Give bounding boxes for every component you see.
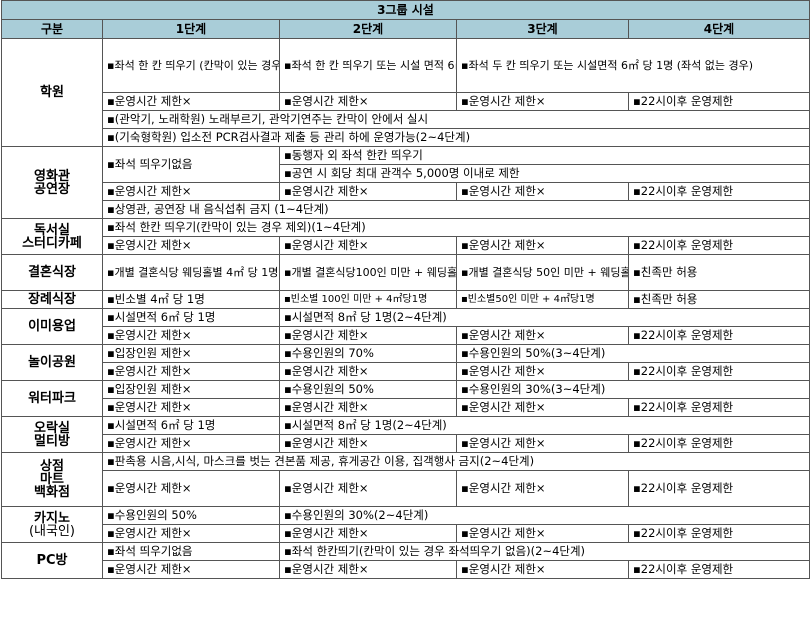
- table-cell: ▪운영시간 제한×: [102, 362, 280, 381]
- table-cell: ▪개별 결혼식당 50인 미만 + 웨딩홀별 4㎡ 당 1명: [456, 254, 629, 291]
- header-stage-4: 4단계: [628, 19, 810, 39]
- table-cell: ▪수용인원의 50%: [102, 506, 280, 525]
- category-pcroom: PC방: [1, 542, 103, 579]
- table-cell: ▪운영시간 제한×: [102, 326, 280, 345]
- table-cell: ▪운영시간 제한×: [279, 326, 457, 345]
- table-title: 3그룹 시설: [1, 0, 810, 20]
- table-cell: ▪22시이후 운영제한: [628, 326, 810, 345]
- table-cell: ▪운영시간 제한×: [456, 560, 629, 579]
- table-cell: ▪운영시간 제한×: [279, 434, 457, 453]
- table-cell: ▪공연 시 회당 최대 관객수 5,000명 이내로 제한: [279, 164, 810, 183]
- table-cell: ▪시설면적 6㎡ 당 1명: [102, 416, 280, 435]
- category-arcade: 오락실 멀티방: [1, 416, 103, 453]
- table-cell: ▪운영시간 제한×: [279, 524, 457, 543]
- table-cell: ▪운영시간 제한×: [279, 362, 457, 381]
- header-stage-3: 3단계: [456, 19, 629, 39]
- header-category: 구분: [1, 19, 103, 39]
- category-casino: 카지노 (내국인): [1, 506, 103, 543]
- table-cell: ▪시설면적 8㎡ 당 1명(2~4단계): [279, 308, 810, 327]
- table-cell: ▪시설면적 6㎡ 당 1명: [102, 308, 280, 327]
- table-cell: ▪좌석 두 칸 띄우기 또는 시설면적 6㎡ 당 1명 (좌석 없는 경우): [456, 38, 810, 93]
- table-cell: ▪(기숙형학원) 입소전 PCR검사결과 제출 등 관리 하에 운영가능(2~4…: [102, 128, 810, 147]
- facility-table: 3그룹 시설 구분 1단계 2단계 3단계 4단계 학원 ▪좌석 한 칸 띄우기…: [1, 0, 810, 579]
- table-cell: ▪운영시간 제한×: [456, 92, 629, 111]
- table-cell: ▪빈소별 100인 미만 + 4㎡당1명: [279, 290, 457, 309]
- table-cell: ▪운영시간 제한×: [279, 92, 457, 111]
- table-cell: ▪운영시간 제한×: [456, 236, 629, 255]
- table-cell: ▪22시이후 운영제한: [628, 362, 810, 381]
- category-study: 독서실 스터디카페: [1, 218, 103, 255]
- table-cell: ▪운영시간 제한×: [456, 524, 629, 543]
- table-cell: ▪운영시간 제한×: [279, 236, 457, 255]
- table-cell: ▪운영시간 제한×: [456, 326, 629, 345]
- category-amusement: 놀이공원: [1, 344, 103, 381]
- table-cell: ▪동행자 외 좌석 한칸 띄우기: [279, 146, 810, 165]
- table-cell: ▪운영시간 제한×: [102, 398, 280, 417]
- table-cell: ▪운영시간 제한×: [456, 398, 629, 417]
- table-cell: ▪22시이후 운영제한: [628, 236, 810, 255]
- table-cell: ▪22시이후 운영제한: [628, 434, 810, 453]
- table-cell: ▪운영시간 제한×: [102, 236, 280, 255]
- table-cell: ▪좌석 한칸 띄우기(칸막이 있는 경우 제외)(1~4단계): [102, 218, 810, 237]
- table-cell: ▪판촉용 시음,시식, 마스크를 벗는 견본품 제공, 휴게공간 이용, 집객행…: [102, 452, 810, 471]
- table-cell: ▪운영시간 제한×: [102, 524, 280, 543]
- table-cell: ▪22시이후 운영제한: [628, 182, 810, 201]
- table-cell: ▪입장인원 제한×: [102, 380, 280, 399]
- category-cinema: 영화관 공연장: [1, 146, 103, 219]
- table-cell: ▪빈소별 4㎡ 당 1명: [102, 290, 280, 309]
- table-cell: ▪운영시간 제한×: [279, 560, 457, 579]
- table-cell: ▪시설면적 8㎡ 당 1명(2~4단계): [279, 416, 810, 435]
- table-cell: ▪운영시간 제한×: [102, 560, 280, 579]
- table-cell: ▪운영시간 제한×: [102, 182, 280, 201]
- table-cell: ▪친족만 허용: [628, 254, 810, 291]
- category-store: 상점 마트 백화점: [1, 452, 103, 507]
- table-cell: ▪친족만 허용: [628, 290, 810, 309]
- table-cell: ▪운영시간 제한×: [456, 434, 629, 453]
- table-cell: ▪수용인원의 70%: [279, 344, 457, 363]
- table-cell: ▪상영관, 공연장 내 음식섭취 금지 (1~4단계): [102, 200, 810, 219]
- table-cell: ▪22시이후 운영제한: [628, 398, 810, 417]
- table-cell: ▪22시이후 운영제한: [628, 560, 810, 579]
- table-cell: ▪(관악기, 노래학원) 노래부르기, 관악기연주는 칸막이 안에서 실시: [102, 110, 810, 129]
- table-cell: ▪빈소별50인 미만 + 4㎡당1명: [456, 290, 629, 309]
- table-cell: ▪운영시간 제한×: [456, 182, 629, 201]
- table-cell: ▪좌석 한칸띄기(칸막이 있는 경우 좌석띄우기 없음)(2~4단계): [279, 542, 810, 561]
- table-cell: ▪22시이후 운영제한: [628, 470, 810, 507]
- table-cell: ▪운영시간 제한×: [279, 182, 457, 201]
- category-funeral: 장례식장: [1, 290, 103, 309]
- category-wedding: 결혼식장: [1, 254, 103, 291]
- table-cell: ▪수용인원의 30%(2~4단계): [279, 506, 810, 525]
- category-casino-name: 카지노: [34, 510, 70, 526]
- table-cell: ▪22시이후 운영제한: [628, 524, 810, 543]
- table-cell: ▪운영시간 제한×: [102, 92, 280, 111]
- table-cell: ▪입장인원 제한×: [102, 344, 280, 363]
- table-cell: ▪운영시간 제한×: [102, 434, 280, 453]
- table-cell: ▪수용인원의 50%: [279, 380, 457, 399]
- table-cell: ▪수용인원의 50%(3~4단계): [456, 344, 810, 363]
- table-cell: ▪좌석 띄우기없음: [102, 146, 280, 183]
- header-stage-2: 2단계: [279, 19, 457, 39]
- category-casino-sub: (내국인): [28, 523, 76, 539]
- table-cell: ▪운영시간 제한×: [102, 470, 280, 507]
- category-waterpark: 워터파크: [1, 380, 103, 417]
- table-cell: ▪22시이후 운영제한: [628, 92, 810, 111]
- table-cell: ▪운영시간 제한×: [456, 362, 629, 381]
- category-beauty: 이미용업: [1, 308, 103, 345]
- header-stage-1: 1단계: [102, 19, 280, 39]
- table-cell: ▪좌석 띄우기없음: [102, 542, 280, 561]
- table-cell: ▪개별 결혼식당100인 미만 + 웨딩홀별 4㎡ 당 1명: [279, 254, 457, 291]
- category-hakwon: 학원: [1, 38, 103, 147]
- table-cell: ▪수용인원의 30%(3~4단계): [456, 380, 810, 399]
- table-cell: ▪운영시간 제한×: [456, 470, 629, 507]
- table-cell: ▪개별 결혼식당 웨딩홀별 4㎡ 당 1명: [102, 254, 280, 291]
- table-cell: ▪좌석 한 칸 띄우기 또는 시설 면적 6㎡ 당 1명(좌석 없는 경우): [279, 38, 457, 93]
- table-cell: ▪운영시간 제한×: [279, 470, 457, 507]
- table-cell: ▪좌석 한 칸 띄우기 (칸막이 있는 경우 제외) 또는 시설면적 4㎡당 1…: [102, 38, 280, 93]
- table-cell: ▪운영시간 제한×: [279, 398, 457, 417]
